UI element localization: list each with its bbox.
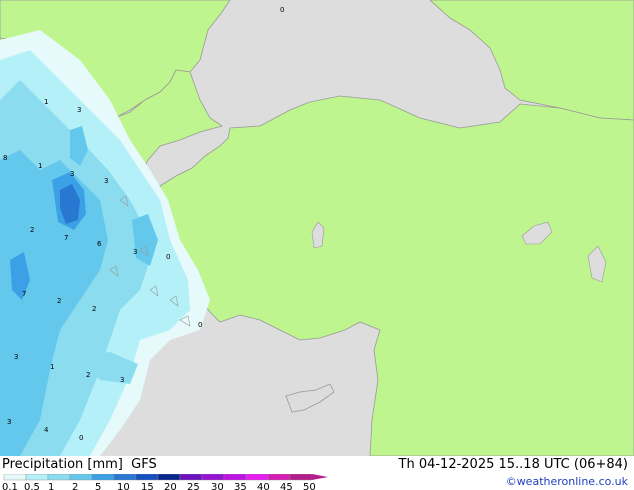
- map-title: Precipitation [mm] GFS: [2, 457, 157, 472]
- legend-ticks: 0.1 0.5 1 2 5 10 15 20 25 30 35 40 45 50: [2, 482, 316, 490]
- legend-tick: 45: [280, 482, 293, 490]
- legend-swatch: [179, 474, 203, 481]
- point-value: 3: [133, 248, 137, 256]
- legend-swatches: [3, 474, 328, 481]
- legend-swatch: [289, 474, 313, 481]
- legend-tick: 25: [187, 482, 200, 490]
- legend-swatch: [223, 474, 247, 481]
- point-value: 7: [64, 234, 68, 242]
- point-value: 7: [22, 290, 26, 298]
- legend-tick: 30: [211, 482, 224, 490]
- map-footer: Precipitation [mm] GFS Th 04-12-2025 15.…: [0, 456, 634, 490]
- legend-tick: 40: [257, 482, 270, 490]
- legend-swatch: [69, 474, 93, 481]
- legend-swatch: [91, 474, 115, 481]
- point-value: 2: [30, 226, 34, 234]
- point-value: 2: [86, 371, 90, 379]
- point-value: 2: [92, 305, 96, 313]
- legend-tick: 50: [303, 482, 316, 490]
- point-value: 0: [79, 434, 83, 442]
- legend-swatch: [113, 474, 137, 481]
- legend-swatch: [25, 474, 49, 481]
- legend-tick: 10: [117, 482, 130, 490]
- legend-tick: 20: [164, 482, 177, 490]
- legend-tick: 2: [72, 482, 78, 490]
- point-value: 2: [57, 297, 61, 305]
- point-value: 4: [44, 426, 49, 434]
- point-value: 0: [280, 6, 284, 14]
- legend-tick: 0.1: [2, 482, 18, 490]
- legend-swatch: [47, 474, 71, 481]
- legend-swatch: [245, 474, 269, 481]
- precipitation-legend: 0.1 0.5 1 2 5 10 15 20 25 30 35 40 45 50: [2, 474, 328, 490]
- legend-tick: 5: [95, 482, 101, 490]
- legend-arrow: [312, 474, 328, 480]
- legend-swatch: [157, 474, 181, 481]
- legend-tick: 1: [48, 482, 54, 490]
- legend-swatch: [3, 474, 27, 481]
- point-value: 1: [44, 98, 48, 106]
- point-value: 3: [7, 418, 11, 426]
- point-value: 0: [198, 321, 202, 329]
- point-value: 1: [50, 363, 54, 371]
- validity-time: Th 04-12-2025 15..18 UTC (06+84): [398, 457, 629, 472]
- point-value: 0: [166, 253, 170, 261]
- legend-swatch: [201, 474, 225, 481]
- credit-link[interactable]: ©weatheronline.co.uk: [506, 475, 628, 488]
- point-value: 3: [14, 353, 18, 361]
- legend-tick: 35: [234, 482, 247, 490]
- point-value: 3: [120, 376, 124, 384]
- point-value: 3: [70, 170, 74, 178]
- legend-tick: 0.5: [24, 482, 40, 490]
- precipitation-map: 0 1 3 1 3 3 7 2 6 3 0 7 2 2 0 3 1 2 3 3 …: [0, 0, 634, 456]
- point-value: 3: [104, 177, 108, 185]
- legend-tick: 15: [141, 482, 154, 490]
- legend-swatch: [135, 474, 159, 481]
- point-value: 1: [38, 162, 42, 170]
- point-value: 3: [77, 106, 81, 114]
- point-value: 6: [97, 240, 102, 248]
- legend-swatch: [267, 474, 291, 481]
- point-value: 8: [3, 154, 7, 162]
